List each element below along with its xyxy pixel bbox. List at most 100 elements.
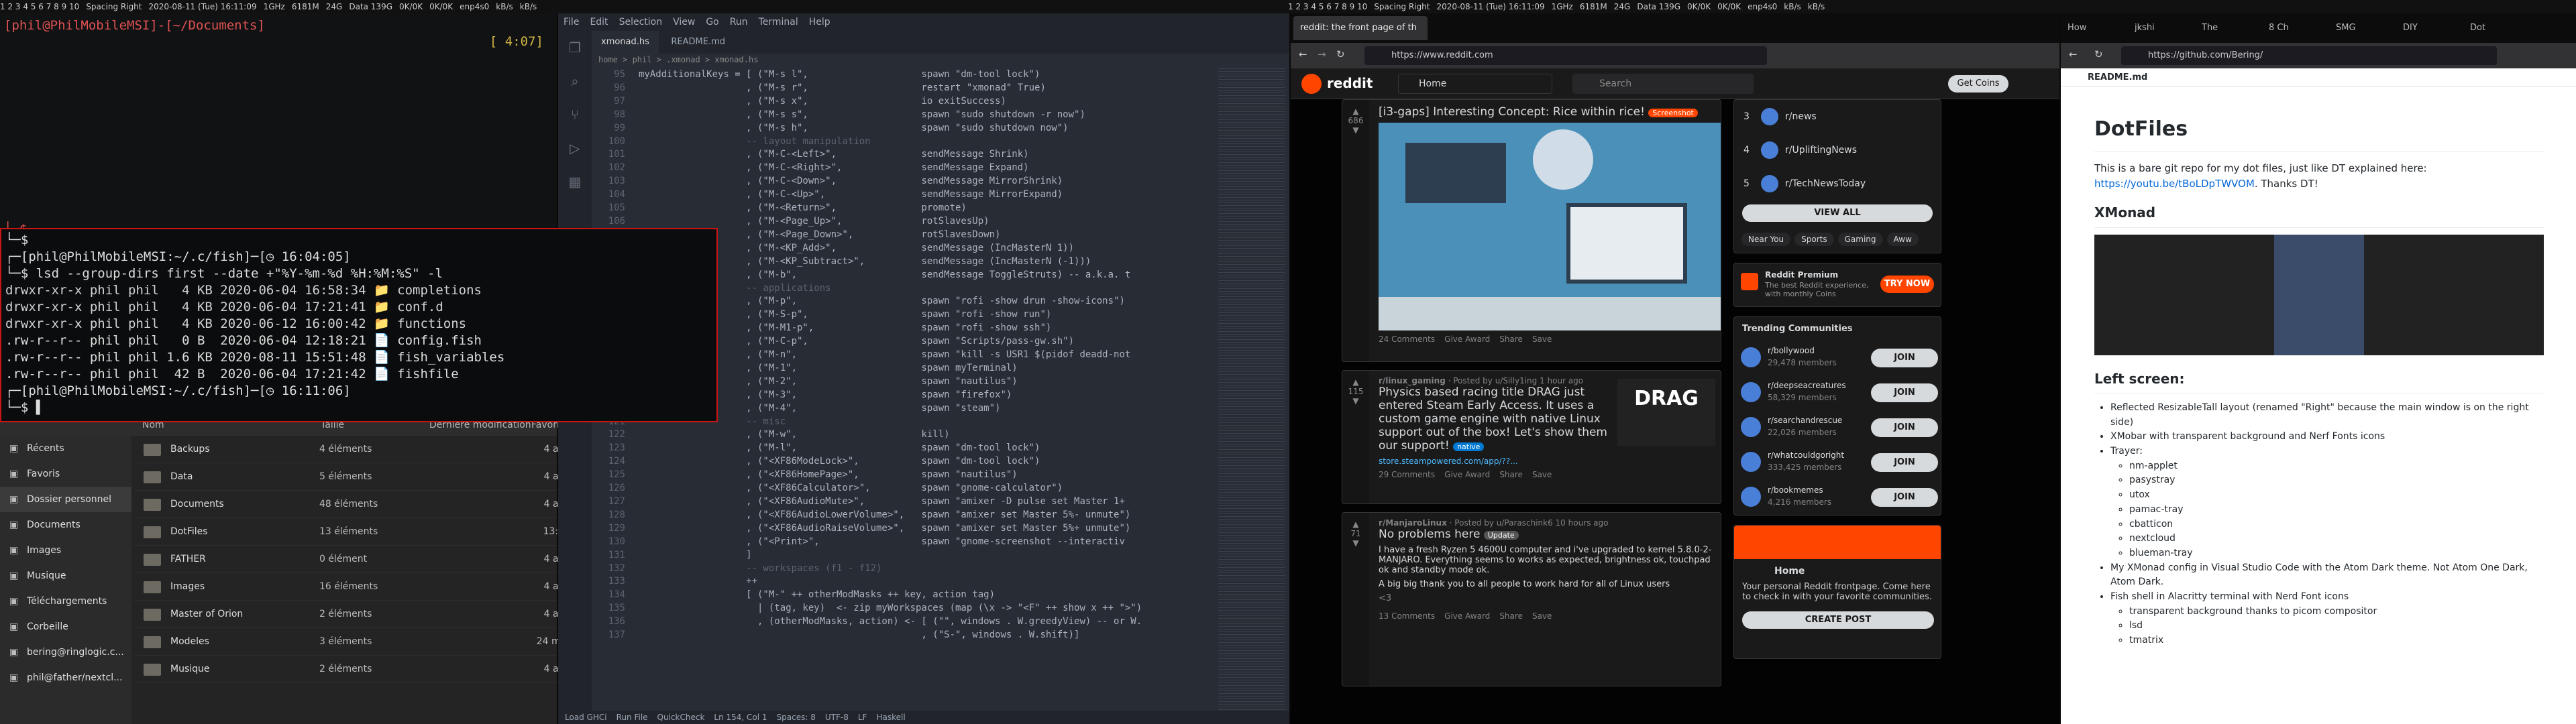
- minimap[interactable]: [1218, 68, 1285, 711]
- save-button[interactable]: Save: [1532, 335, 1552, 344]
- menu-item[interactable]: Terminal: [759, 17, 798, 27]
- comments-link[interactable]: 13 Comments: [1379, 611, 1435, 621]
- menu-item[interactable]: Go: [706, 17, 718, 27]
- search-input[interactable]: Search: [1572, 74, 1754, 94]
- run-icon[interactable]: ▷: [558, 131, 592, 165]
- browser-tab[interactable]: The: [2202, 17, 2218, 39]
- trending-row[interactable]: r/deepseacreatures 58,329 members JOIN: [1734, 375, 1941, 410]
- sidebar-item[interactable]: ▣ phil@father/nextcl...: [0, 665, 131, 690]
- trending-row[interactable]: r/whatcouldgoright 333,425 members JOIN: [1734, 445, 1941, 480]
- menu-item[interactable]: File: [564, 17, 579, 27]
- downvote-icon[interactable]: ▼: [1342, 396, 1369, 406]
- browser-tab[interactable]: How: [2068, 17, 2086, 39]
- award-button[interactable]: Give Award: [1444, 611, 1490, 621]
- status-item[interactable]: LF: [858, 713, 867, 722]
- sidebar-item[interactable]: ▣ Musique: [0, 563, 131, 589]
- join-button[interactable]: JOIN: [1871, 418, 1938, 437]
- file-row[interactable]: Backups4 éléments4 aoû☆: [134, 436, 591, 463]
- upvote-icon[interactable]: ▲: [1342, 377, 1369, 387]
- tab-readme[interactable]: README.md: [661, 31, 735, 54]
- url-field[interactable]: https://www.reddit.com: [1364, 46, 1767, 65]
- menu-item[interactable]: Help: [809, 17, 830, 27]
- trending-row[interactable]: r/bollywood 29,478 members JOIN: [1734, 341, 1941, 375]
- sidebar-item[interactable]: ▣ Récents: [0, 436, 131, 461]
- tab-reddit[interactable]: reddit: the front page of th: [1293, 16, 1428, 40]
- sidebar-item[interactable]: ▣ Favoris: [0, 461, 131, 487]
- post-card[interactable]: ▲ 686 ▼ [i3-gaps] Interesting Concept: Ric…: [1342, 99, 1721, 362]
- join-button[interactable]: JOIN: [1871, 453, 1938, 472]
- post-flair[interactable]: Screenshot: [1648, 109, 1698, 117]
- file-row[interactable]: Modeles3 éléments24 mar☆: [134, 628, 591, 656]
- reddit-wordmark[interactable]: reddit: [1327, 75, 1373, 91]
- forward-icon[interactable]: →: [1318, 48, 1326, 60]
- status-item[interactable]: Run File: [616, 713, 648, 722]
- share-button[interactable]: Share: [1499, 470, 1523, 479]
- try-now-button[interactable]: TRY NOW: [1880, 276, 1934, 293]
- post-image[interactable]: [1379, 123, 1721, 330]
- award-button[interactable]: Give Award: [1444, 470, 1490, 479]
- browser-tab[interactable]: jkshi: [2135, 17, 2155, 39]
- join-button[interactable]: JOIN: [1871, 488, 1938, 507]
- community-row[interactable]: 3 r/news: [1734, 100, 1941, 133]
- downvote-icon[interactable]: ▼: [1342, 125, 1369, 135]
- view-all-button[interactable]: VIEW ALL: [1742, 204, 1933, 222]
- tab-xmonad[interactable]: xmonad.hs: [592, 31, 659, 54]
- award-button[interactable]: Give Award: [1444, 335, 1490, 344]
- subreddit-link[interactable]: r/ManjaroLinux: [1379, 518, 1447, 528]
- explorer-icon[interactable]: ❐: [558, 31, 592, 64]
- browser-tab[interactable]: 8 Ch: [2269, 17, 2289, 39]
- browser-tab[interactable]: DIY: [2403, 17, 2418, 39]
- save-button[interactable]: Save: [1532, 470, 1552, 479]
- share-button[interactable]: Share: [1499, 335, 1523, 344]
- status-item[interactable]: Spaces: 8: [777, 713, 816, 722]
- file-manager-window[interactable]: Nom Taille Dernière modification Favori …: [0, 416, 591, 724]
- file-row[interactable]: DotFiles13 éléments13:11☆: [134, 518, 591, 546]
- status-item[interactable]: QuickCheck: [657, 713, 705, 722]
- join-button[interactable]: JOIN: [1871, 383, 1938, 402]
- extensions-icon[interactable]: ▦: [558, 165, 592, 198]
- community-row[interactable]: 4 r/UpliftingNews: [1734, 133, 1941, 167]
- reload-icon[interactable]: ↻: [2094, 48, 2103, 60]
- reddit-browser-window[interactable]: reddit: the front page of th ← → ↻ https…: [1291, 13, 2059, 724]
- menu-item[interactable]: Run: [730, 17, 748, 27]
- file-row[interactable]: Documents48 éléments4 aoû☆: [134, 491, 591, 518]
- status-item[interactable]: UTF-8: [825, 713, 849, 722]
- file-row[interactable]: Data5 éléments4 aoû☆: [134, 463, 591, 491]
- url-field[interactable]: https://github.com/Bering/: [2121, 46, 2497, 65]
- trending-row[interactable]: r/bookmemes 4,216 members JOIN: [1734, 480, 1941, 515]
- category-pill[interactable]: Aww: [1886, 233, 1919, 246]
- create-post-button[interactable]: CREATE POST: [1742, 611, 1934, 629]
- reload-icon[interactable]: ↻: [1336, 48, 1345, 60]
- menu-item[interactable]: Selection: [619, 17, 663, 27]
- search-icon[interactable]: ⌕: [558, 64, 592, 98]
- post-thumbnail[interactable]: DRAG: [1617, 379, 1715, 446]
- post-card[interactable]: ▲ 115 ▼ r/linux_gaming · Posted by u/Silly…: [1342, 370, 1721, 504]
- comments-link[interactable]: 24 Comments: [1379, 335, 1435, 344]
- menu-item[interactable]: View: [673, 17, 695, 27]
- home-dropdown[interactable]: Home: [1398, 74, 1552, 94]
- comments-link[interactable]: 29 Comments: [1379, 470, 1435, 479]
- status-item[interactable]: Haskell: [876, 713, 905, 722]
- breadcrumb[interactable]: home > phil > .xmonad > xmonad.hs: [598, 55, 758, 64]
- sidebar-item[interactable]: ▣ Téléchargements: [0, 589, 131, 614]
- sidebar-item[interactable]: ▣ Images: [0, 538, 131, 563]
- sidebar-item[interactable]: ▣ bering@ringlogic.c...: [0, 640, 131, 665]
- get-coins-button[interactable]: Get Coins: [1948, 75, 2008, 93]
- back-icon[interactable]: ←: [1299, 48, 1307, 60]
- post-flair[interactable]: native: [1453, 442, 1485, 451]
- menu-item[interactable]: Edit: [590, 17, 608, 27]
- post-flair[interactable]: Update: [1483, 531, 1519, 540]
- browser-tab[interactable]: Dot: [2470, 17, 2485, 39]
- screenshot-image[interactable]: [2094, 235, 2544, 355]
- github-browser-window[interactable]: How jkshi The 8 Ch SMG DIY Dot ← ↻ https://git…: [2061, 13, 2576, 724]
- share-button[interactable]: Share: [1499, 611, 1523, 621]
- source-control-icon[interactable]: ⑂: [558, 98, 592, 131]
- category-pill[interactable]: Sports: [1794, 233, 1834, 246]
- back-icon[interactable]: ←: [2069, 48, 2078, 60]
- terminal-window[interactable]: [phil@PhilMobileMSI]-[~/Documents] [ 4:0…: [0, 13, 557, 228]
- file-row[interactable]: Musique2 éléments4 aoû☆: [134, 656, 591, 683]
- file-row[interactable]: Master of Orion2 éléments4 aoû☆: [134, 601, 591, 628]
- category-pill[interactable]: Gaming: [1837, 233, 1883, 246]
- youtube-link[interactable]: https://youtu.be/tBoLDpTWVOM: [2094, 178, 2255, 190]
- community-row[interactable]: 5 r/TechNewsToday: [1734, 167, 1941, 200]
